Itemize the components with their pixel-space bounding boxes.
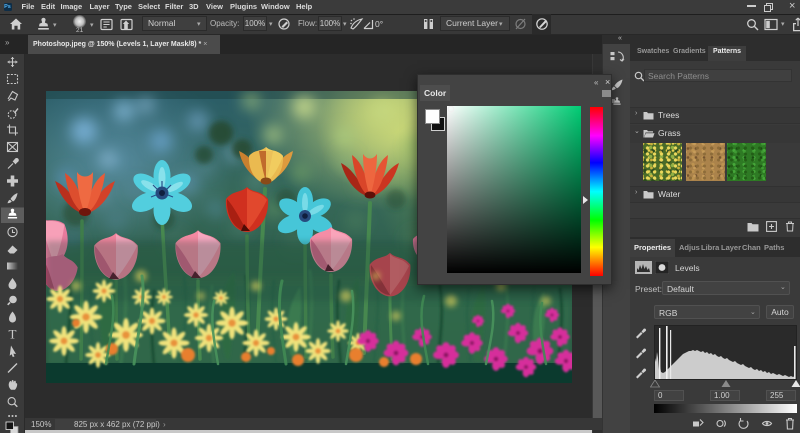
svg-text:T: T <box>9 327 17 342</box>
